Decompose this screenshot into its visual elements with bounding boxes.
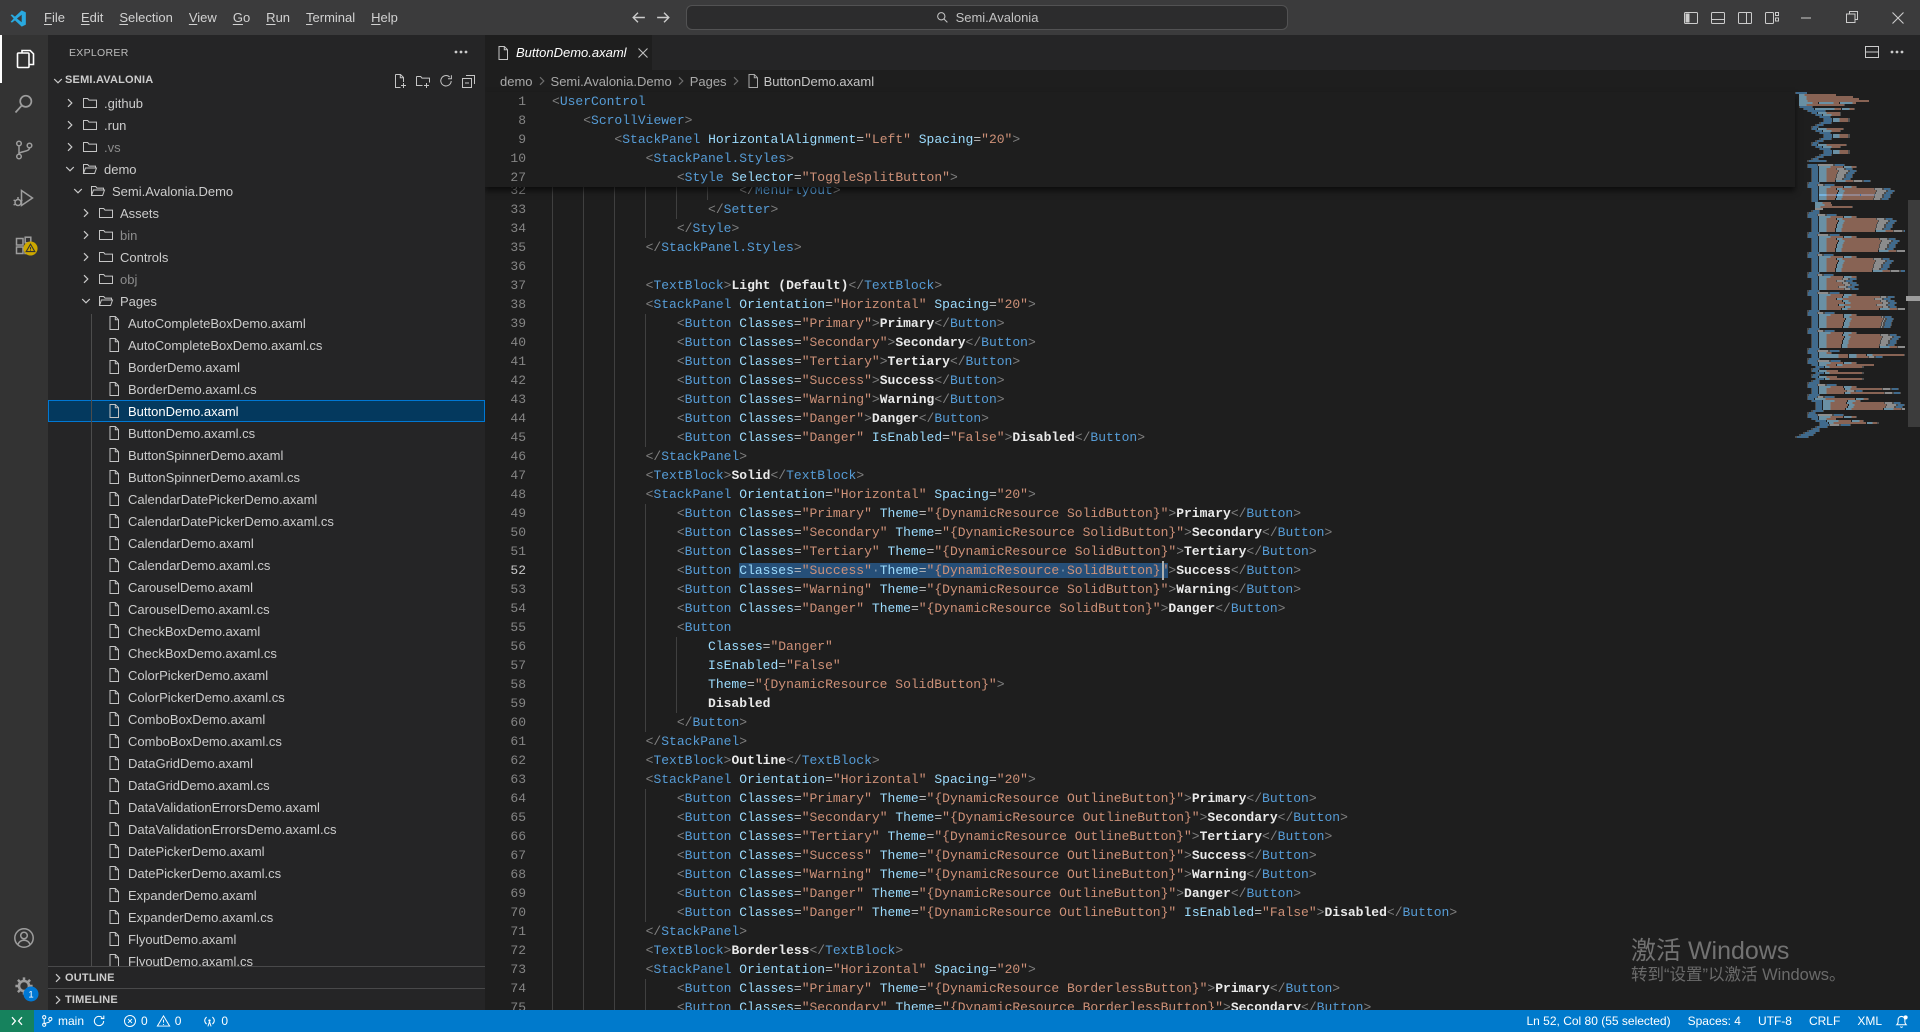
svg-text:1: 1	[28, 989, 33, 1000]
